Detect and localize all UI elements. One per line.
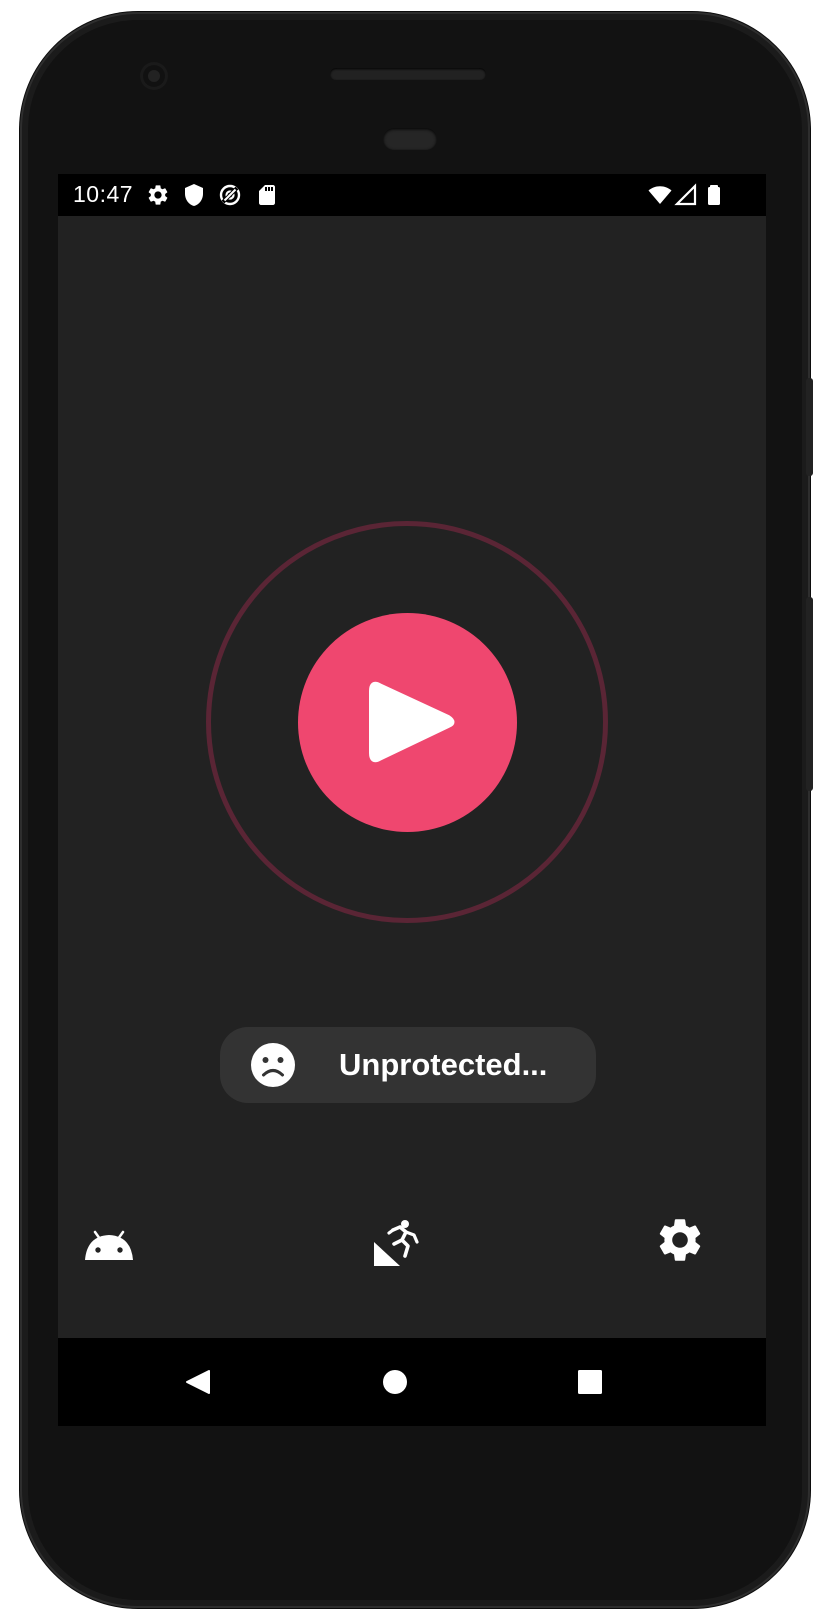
status-time: 10:47 <box>73 181 134 207</box>
sd-card-icon <box>255 183 279 207</box>
shield-icon <box>182 183 206 207</box>
power-button <box>806 378 813 476</box>
gear-icon <box>146 183 170 207</box>
volume-button <box>806 597 813 791</box>
protection-status-text: Unprotected... <box>339 1047 548 1082</box>
proximity-sensor <box>383 128 437 150</box>
data-saver-icon <box>218 183 242 207</box>
wifi-icon <box>648 183 672 207</box>
status-bar: 10:47 <box>58 174 766 216</box>
home-icon[interactable] <box>371 1358 419 1406</box>
person-falling-icon[interactable] <box>372 1218 424 1270</box>
cellular-signal-icon <box>674 183 698 207</box>
battery-icon <box>702 183 726 207</box>
protection-status-pill: Unprotected... <box>220 1027 596 1103</box>
navigation-bar <box>58 1338 766 1426</box>
screen: 10:47 Unprotected... <box>58 174 766 1426</box>
android-icon[interactable] <box>83 1218 135 1270</box>
recents-icon[interactable] <box>566 1358 614 1406</box>
settings-gear-icon[interactable] <box>654 1214 706 1266</box>
play-button[interactable] <box>298 613 517 832</box>
back-icon[interactable] <box>174 1358 222 1406</box>
earpiece-speaker <box>330 68 486 80</box>
play-icon <box>369 681 455 763</box>
sad-face-icon <box>250 1042 296 1088</box>
front-camera <box>143 65 165 87</box>
